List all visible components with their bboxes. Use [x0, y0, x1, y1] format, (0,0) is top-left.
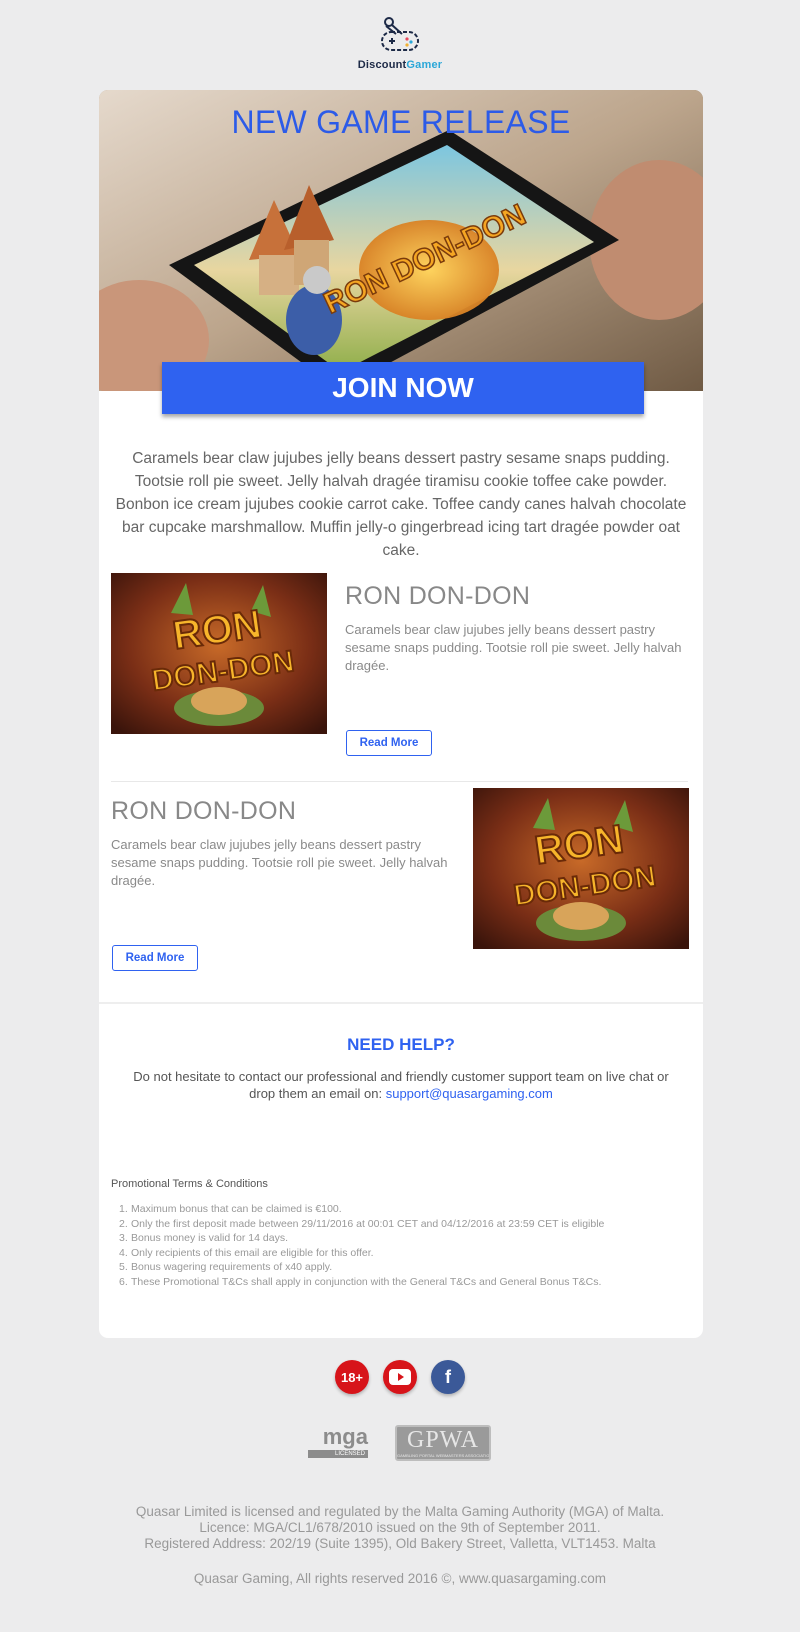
gamepad-scissors-icon	[381, 17, 419, 51]
facebook-icon[interactable]: f	[431, 1360, 465, 1394]
age-label: 18+	[340, 1369, 364, 1385]
mga-licensed-label: LICENSED	[308, 1450, 368, 1458]
join-now-button[interactable]: JOIN NOW	[162, 362, 644, 414]
feature-2-description: Caramels bear claw jujubes jelly beans d…	[111, 837, 448, 888]
terms-item: 1. Maximum bonus that can be claimed is €…	[119, 1203, 342, 1215]
game-artwork-image: RON DON-DON	[111, 573, 327, 734]
footer-legal-line-2: Licence: MGA/CL1/678/2010 issued on the …	[199, 1520, 601, 1535]
terms-item: 6. These Promotional T&Cs shall apply in …	[119, 1275, 602, 1288]
footer-legal-line-3: Registered Address: 202/19 (Suite 1395),…	[144, 1536, 656, 1551]
gpwa-badge[interactable]: GPWA GAMBLING PORTAL WEBMASTERS ASSOCIAT…	[395, 1425, 491, 1461]
feature-1-description: Caramels bear claw jujubes jelly beans d…	[345, 622, 682, 673]
terms-title: Promotional Terms & Conditions	[111, 1178, 268, 1190]
section-divider	[99, 1002, 703, 1004]
help-text: Do not hesitate to contact our professio…	[119, 1068, 683, 1102]
feature-image-1[interactable]: RON DON-DON	[111, 573, 327, 734]
age-restriction-icon[interactable]: 18+	[335, 1360, 369, 1394]
game-artwork-image: RON DON-DON	[473, 788, 689, 949]
intro-text: Caramels bear claw jujubes jelly beans d…	[115, 450, 687, 559]
feature-1-read-more-button[interactable]: Read More	[346, 730, 432, 756]
help-title: NEED HELP?	[347, 1035, 455, 1054]
hero-banner[interactable]: RON DON-DON NEW GAME RELEASE	[99, 90, 703, 391]
terms-item: 3. Bonus money is valid for 14 days.	[119, 1232, 288, 1244]
mga-logo-text: mga	[322, 1424, 368, 1449]
footer-legal-line-1: Quasar Limited is licensed and regulated…	[135, 1504, 665, 1519]
footer-copyright: Quasar Gaming, All rights reserved 2016 …	[193, 1571, 607, 1586]
feature-2-title: RON DON-DON	[111, 797, 297, 825]
gpwa-logo-text: GPWA	[406, 1427, 479, 1453]
youtube-play-icon	[389, 1369, 411, 1385]
youtube-icon[interactable]	[383, 1360, 417, 1394]
terms-item: 2. Only the first deposit made between 29…	[119, 1217, 605, 1230]
feature-image-2[interactable]: RON DON-DON	[473, 788, 689, 949]
gpwa-sub-label: GAMBLING PORTAL WEBMASTERS ASSOCIATION	[397, 1453, 489, 1458]
brand-logo[interactable]: DiscountGamer	[0, 16, 800, 76]
hero-title: NEW GAME RELEASE	[231, 104, 571, 140]
terms-item: 5. Bonus wagering requirements of x40 app…	[119, 1261, 333, 1273]
terms-item: 4. Only recipients of this email are elig…	[119, 1246, 374, 1259]
support-email-link[interactable]: support@quasargaming.com	[386, 1086, 553, 1101]
email-card: RON DON-DON NEW GAME RELEASE JOIN NOW Ca…	[99, 90, 703, 1338]
terms-list: 1. Maximum bonus that can be claimed is €…	[111, 1202, 671, 1289]
feature-1-title: RON DON-DON	[345, 582, 531, 610]
facebook-glyph: f	[445, 1366, 451, 1387]
feature-2-read-more-button[interactable]: Read More	[112, 945, 198, 971]
mga-badge[interactable]: mga LICENSED	[308, 1425, 368, 1461]
feature-divider	[111, 781, 688, 782]
brand-wordmark: DiscountGamer	[357, 59, 443, 71]
